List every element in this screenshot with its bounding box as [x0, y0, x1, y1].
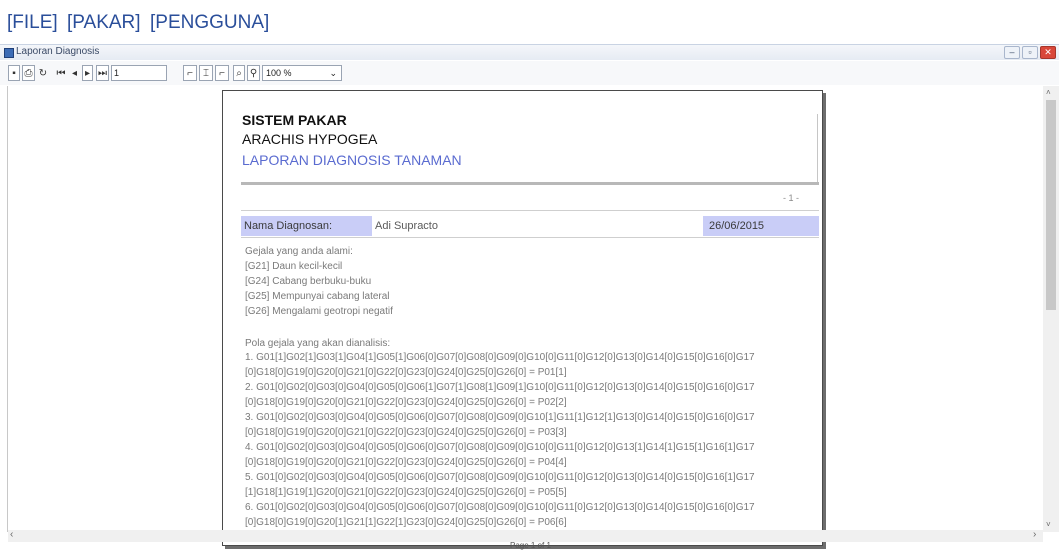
scroll-left-icon[interactable]: ‹: [10, 529, 13, 540]
zoom-value: 100 %: [266, 68, 292, 78]
report-window-icon: [4, 48, 14, 58]
symptom-item: [G21] Daun kecil-kecil: [245, 261, 343, 272]
header-divider: [241, 182, 819, 185]
pattern-line: [0]G18[0]G19[0]G20[1]G21[1]G22[1]G23[0]G…: [245, 517, 567, 528]
pattern-line: [0]G18[0]G19[0]G20[0]G21[0]G22[0]G23[0]G…: [245, 457, 567, 468]
name-value: Adi Supracto: [375, 220, 438, 232]
pattern-line: [0]G18[0]G19[0]G20[0]G21[0]G22[0]G23[0]G…: [245, 397, 567, 408]
pattern-line: 2. G01[0]G02[0]G03[0]G04[0]G05[0]G06[1]G…: [245, 382, 755, 393]
pattern-line: 6. G01[0]G02[0]G03[0]G04[0]G05[0]G06[0]G…: [245, 502, 755, 513]
section-divider: [241, 237, 819, 238]
print-icon[interactable]: ⎙: [22, 65, 35, 81]
symptoms-heading: Gejala yang anda alami:: [245, 246, 353, 257]
pattern-line: [0]G18[0]G19[0]G20[0]G21[0]G22[0]G23[0]G…: [245, 427, 567, 438]
scroll-right-icon[interactable]: ›: [1033, 529, 1036, 540]
chevron-down-icon: ⌄: [329, 68, 337, 78]
status-text: Page 1 of 1: [510, 541, 551, 550]
zoom-icon[interactable]: ⚲: [247, 65, 260, 81]
restore-icon[interactable]: ▫: [1022, 46, 1038, 59]
scroll-up-icon[interactable]: ˄: [1046, 88, 1051, 97]
vertical-scrollbar[interactable]: ˄ ˅: [1043, 86, 1059, 532]
page-marker: - 1 -: [783, 193, 800, 203]
viewer-toolbar: ▪ ⎙ ↻ ⏮ ◂ ▸ ⏭ 1 ⌐ ⌶ ⌐ ⌕ ⚲ 100 % ⌄: [0, 61, 1059, 85]
menu-pengguna[interactable]: [PENGGUNA]: [150, 12, 269, 34]
patterns-heading: Pola gejala yang akan dianalisis:: [245, 338, 391, 349]
report-title: SISTEM PAKAR: [242, 112, 347, 128]
refresh-icon[interactable]: ↻: [37, 65, 49, 81]
pattern-line: 1. G01[1]G02[1]G03[1]G04[1]G05[1]G06[0]G…: [245, 352, 755, 363]
scroll-down-icon[interactable]: ˅: [1046, 520, 1051, 529]
pattern-line: 5. G01[0]G02[0]G03[0]G04[0]G05[0]G06[0]G…: [245, 472, 755, 483]
pattern-line: [1]G18[1]G19[1]G20[0]G21[0]G22[0]G23[0]G…: [245, 487, 567, 498]
page-number-input[interactable]: 1: [111, 65, 167, 81]
vertical-scroll-thumb[interactable]: [1046, 100, 1056, 310]
section-divider: [241, 210, 819, 211]
report-page: SISTEM PAKAR ARACHIS HYPOGEA LAPORAN DIA…: [222, 90, 823, 546]
close-icon[interactable]: ✕: [1040, 46, 1056, 59]
pattern-line: 3. G01[0]G02[0]G03[0]G04[0]G05[0]G06[0]G…: [245, 412, 755, 423]
report-viewer: SISTEM PAKAR ARACHIS HYPOGEA LAPORAN DIA…: [0, 86, 1059, 546]
zoom-select[interactable]: 100 % ⌄: [262, 65, 342, 81]
app-menu-bar: [FILE] [PAKAR] [PENGGUNA]: [0, 0, 1059, 42]
search-icon[interactable]: ⌕: [233, 65, 245, 81]
header-border: [817, 114, 818, 184]
next-page-icon[interactable]: ▸: [82, 65, 93, 81]
report-window-title: Laporan Diagnosis: [16, 46, 100, 57]
export-icon[interactable]: ⌶: [199, 65, 213, 81]
report-subtitle: ARACHIS HYPOGEA: [242, 131, 378, 147]
symptom-item: [G25] Mempunyai cabang lateral: [245, 291, 390, 302]
prev-page-icon[interactable]: ◂: [70, 65, 79, 81]
report-window-titlebar: Laporan Diagnosis – ▫ ✕: [0, 44, 1059, 60]
pattern-line: [0]G18[0]G19[0]G20[0]G21[0]G22[0]G23[0]G…: [245, 367, 567, 378]
menu-pakar[interactable]: [PAKAR]: [67, 12, 141, 34]
group-tree-divider: [7, 86, 8, 532]
symptom-item: [G26] Mengalami geotropi negatif: [245, 306, 393, 317]
last-page-icon[interactable]: ⏭: [96, 65, 109, 81]
report-date: 26/06/2015: [703, 216, 819, 236]
save-icon[interactable]: ▪: [8, 65, 20, 81]
symptom-item: [G24] Cabang berbuku-buku: [245, 276, 372, 287]
first-page-icon[interactable]: ⏮: [56, 65, 66, 81]
pattern-line: 4. G01[0]G02[0]G03[0]G04[0]G05[0]G06[0]G…: [245, 442, 755, 453]
page-setup-icon[interactable]: ⌐: [215, 65, 229, 81]
menu-file[interactable]: [FILE]: [7, 12, 58, 34]
toggle-tree-icon[interactable]: ⌐: [183, 65, 197, 81]
report-subtitle-diagnosis: LAPORAN DIAGNOSIS TANAMAN: [242, 152, 462, 168]
minimize-icon[interactable]: –: [1004, 46, 1020, 59]
patient-info-band: Nama Diagnosan: Adi Supracto 26/06/2015: [241, 216, 819, 236]
name-label: Nama Diagnosan:: [241, 216, 372, 236]
